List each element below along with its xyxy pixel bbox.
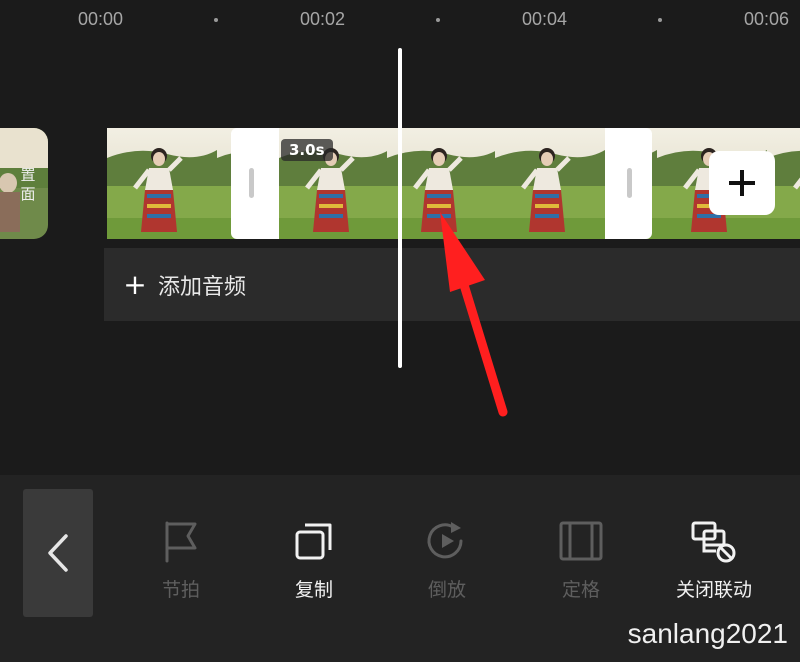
cover-thumbnail[interactable]: 置 面 xyxy=(0,128,48,239)
ruler-tick: 00:00 xyxy=(78,9,124,29)
tool-freeze[interactable]: 定格 xyxy=(526,515,636,602)
ruler-dot xyxy=(214,18,218,22)
chevron-left-icon xyxy=(48,534,68,572)
add-audio-track[interactable]: + 添加音频 xyxy=(104,248,800,321)
trim-handle-right[interactable] xyxy=(627,168,632,198)
back-button[interactable] xyxy=(23,489,93,617)
unlink-icon xyxy=(691,521,736,563)
time-ruler[interactable]: 00:00 00:02 00:04 00:06 xyxy=(0,0,800,44)
watermark: sanlang2021 xyxy=(627,618,788,649)
tool-beat-label: 节拍 xyxy=(161,579,200,601)
tool-copy[interactable]: 复制 xyxy=(259,515,369,602)
tool-reverse-label: 倒放 xyxy=(427,579,466,601)
plus-icon: + xyxy=(123,268,147,301)
trim-handle-left[interactable] xyxy=(249,168,254,198)
reverse-play-icon xyxy=(427,522,463,559)
freeze-frame-icon xyxy=(559,521,603,561)
playhead[interactable] xyxy=(398,48,402,368)
add-audio-label: 添加音频 xyxy=(158,274,247,300)
ruler-tick: 00:04 xyxy=(522,9,568,29)
tool-unlink-label: 关闭联动 xyxy=(675,579,752,601)
ruler-tick: 00:06 xyxy=(744,9,790,29)
copy-icon xyxy=(295,523,332,560)
tool-unlink[interactable]: 关闭联动 xyxy=(659,515,769,602)
plus-icon xyxy=(729,170,755,196)
tool-copy-label: 复制 xyxy=(294,579,333,601)
flag-icon xyxy=(165,521,197,563)
add-clip-button[interactable] xyxy=(709,151,775,215)
cover-label: 置 面 xyxy=(20,166,36,203)
ruler-dot xyxy=(658,18,662,22)
clip-duration-badge: 3.0s xyxy=(281,139,333,161)
ruler-dot xyxy=(436,18,440,22)
tool-reverse[interactable]: 倒放 xyxy=(392,515,502,602)
ruler-tick: 00:02 xyxy=(300,9,346,29)
tool-freeze-label: 定格 xyxy=(561,579,600,601)
tool-beat[interactable]: 节拍 xyxy=(126,515,236,602)
